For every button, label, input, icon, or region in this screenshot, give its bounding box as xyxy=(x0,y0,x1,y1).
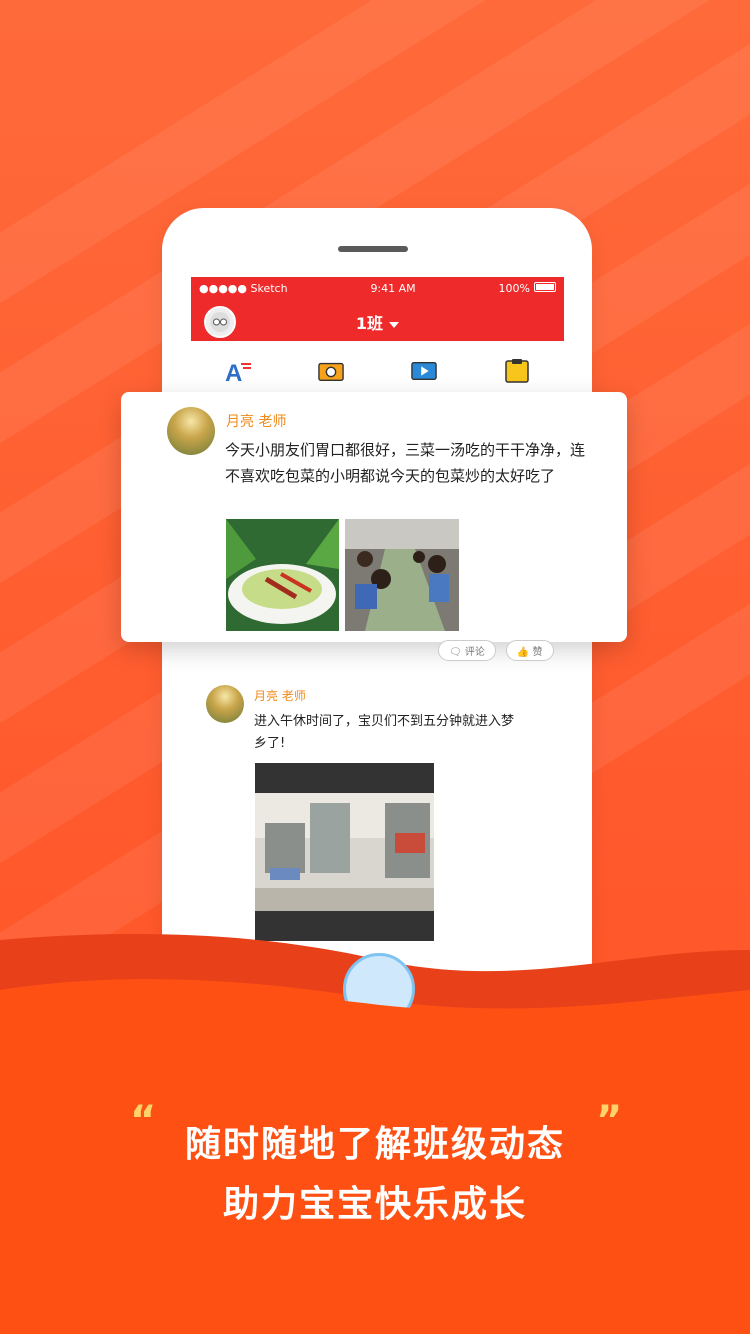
battery-status: 100% xyxy=(498,281,556,295)
slogan-line-1: 随时随地了解班级动态 xyxy=(184,1124,565,1165)
like-label: 赞 xyxy=(532,647,543,658)
battery-icon xyxy=(533,281,556,292)
close-quote: ” xyxy=(596,1098,623,1144)
post-photo[interactable] xyxy=(255,763,434,941)
foreground-wave xyxy=(0,993,750,1050)
nav-bar: 1班 xyxy=(191,299,564,341)
post-text: 今天小朋友们胃口都很好，三菜一汤吃的干干净净，连不喜欢吃包菜的小明都说今天的包菜… xyxy=(225,441,586,485)
caret-down-icon xyxy=(389,321,400,328)
battery-label: 100% xyxy=(498,281,530,295)
comment-button[interactable]: 🗨 评论 xyxy=(438,640,496,661)
food-photo[interactable] xyxy=(226,519,339,631)
slogan-line-2: 助力宝宝快乐成长 xyxy=(222,1184,527,1225)
class-selector[interactable]: 1班 xyxy=(191,310,564,334)
author-avatar[interactable] xyxy=(167,407,215,455)
author-avatar[interactable] xyxy=(206,685,244,723)
svg-text:A: A xyxy=(225,360,242,383)
author-name[interactable]: 月亮 老师 xyxy=(254,687,306,704)
post-actions: 🗨 评论 👍 赞 xyxy=(438,640,554,661)
notice-icon[interactable] xyxy=(504,359,530,383)
author-name[interactable]: 月亮 老师 xyxy=(226,411,286,431)
camera-icon[interactable] xyxy=(318,360,344,382)
children-eating-photo[interactable] xyxy=(345,519,459,631)
font-icon[interactable]: A xyxy=(225,360,251,383)
class-name: 1班 xyxy=(355,314,384,333)
status-time: 9:41 AM xyxy=(370,281,416,295)
carrier-label: ●●●●● Sketch xyxy=(199,281,288,295)
post-text: 进入午休时间了，宝贝们不到五分钟就进入梦乡了! xyxy=(254,714,515,751)
classroom-lunch-photo xyxy=(345,519,459,631)
featured-post-card[interactable]: 月亮 老师 今天小朋友们胃口都很好，三菜一汤吃的干干净净，连不喜欢吃包菜的小明都… xyxy=(121,392,627,642)
video-icon[interactable] xyxy=(411,360,437,382)
dormitory-photo xyxy=(255,793,434,911)
phone-speaker xyxy=(338,246,408,252)
comment-label: 评论 xyxy=(464,647,485,658)
cabbage-dish-photo xyxy=(226,519,339,631)
status-bar: ●●●●● Sketch 9:41 AM 100% xyxy=(191,277,564,299)
like-button[interactable]: 👍 赞 xyxy=(505,640,554,661)
